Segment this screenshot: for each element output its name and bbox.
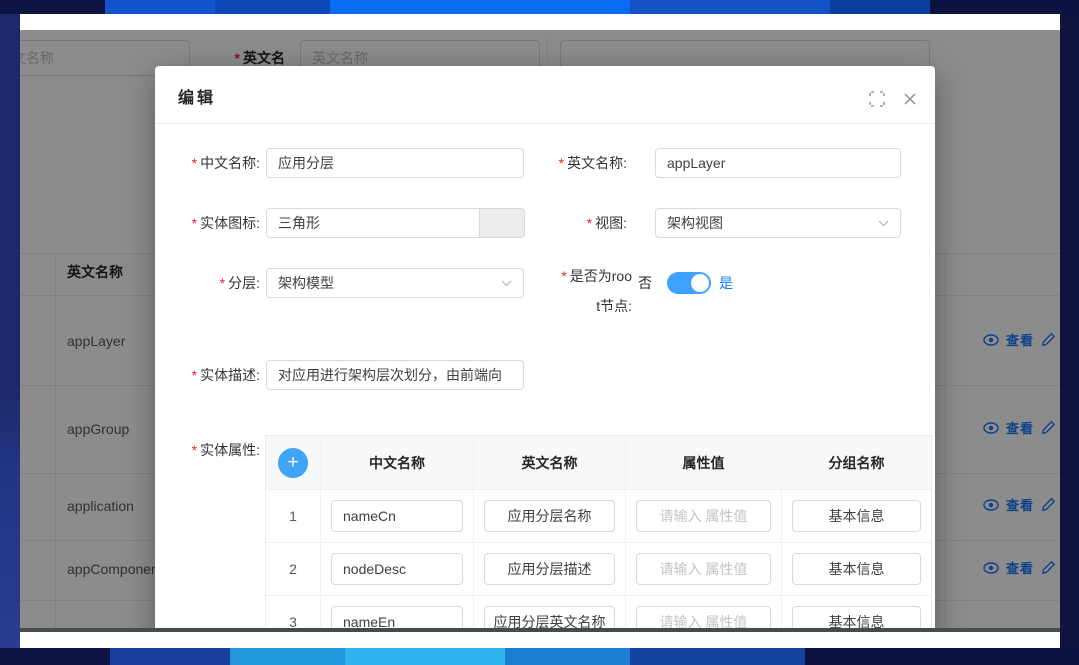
- is-root-label-line2: t节点:: [495, 298, 632, 314]
- frame-top-band: [0, 0, 1079, 14]
- entity-icon-label: *实体图标:: [164, 208, 260, 238]
- attr-table-row: 2: [266, 542, 931, 595]
- required-asterisk: *: [192, 215, 197, 231]
- app-window: *英文名 英文名称 appLayer appGroup application …: [20, 14, 1060, 648]
- frame-right-band: [1060, 14, 1079, 648]
- entity-icon-input[interactable]: [266, 208, 480, 238]
- toggle-off-label: 否: [638, 273, 652, 293]
- entity-attrs-label: *实体属性:: [164, 435, 260, 465]
- entity-desc-label: *实体描述:: [164, 360, 260, 390]
- required-asterisk: *: [561, 268, 566, 284]
- is-root-label-line1: *是否为roo: [495, 268, 632, 284]
- view-label: *视图:: [517, 208, 627, 238]
- en-name-label: *英文名称:: [517, 148, 627, 178]
- page-viewport: *英文名 英文名称 appLayer appGroup application …: [20, 30, 1060, 628]
- frame-bottom-band: [0, 648, 1079, 665]
- required-asterisk: *: [559, 155, 564, 171]
- required-asterisk: *: [192, 155, 197, 171]
- attr-en-input[interactable]: [484, 553, 615, 585]
- view-select-value: 架构视图: [667, 213, 878, 233]
- layer-select-value: 架构模型: [278, 273, 501, 293]
- view-select[interactable]: 架构视图: [655, 208, 901, 238]
- frame-left-band: [0, 14, 20, 648]
- toggle-knob: [691, 274, 709, 292]
- window-bottom-edge: [20, 628, 1060, 632]
- add-attr-button[interactable]: +: [278, 448, 308, 478]
- attr-table-row: 3: [266, 595, 931, 628]
- chevron-down-icon: [878, 220, 889, 227]
- attr-group-input[interactable]: [792, 606, 921, 628]
- close-icon[interactable]: [903, 92, 917, 106]
- attr-cn-input[interactable]: [331, 500, 463, 532]
- layer-select[interactable]: 架构模型: [266, 268, 524, 298]
- entity-desc-input[interactable]: [266, 360, 524, 390]
- attr-table-row: 1: [266, 489, 931, 542]
- fullscreen-icon[interactable]: [869, 91, 885, 107]
- is-root-toggle[interactable]: [667, 272, 711, 294]
- required-asterisk: *: [220, 275, 225, 291]
- en-name-input[interactable]: [655, 148, 901, 178]
- toggle-on-label: 是: [719, 273, 733, 293]
- cn-name-input[interactable]: [266, 148, 524, 178]
- attr-header-cn: 中文名称: [369, 453, 425, 473]
- attr-header-value: 属性值: [683, 453, 725, 473]
- attr-cn-input[interactable]: [331, 606, 463, 628]
- attr-value-input[interactable]: [636, 606, 771, 628]
- attr-table-header: + 中文名称 英文名称 属性值 分组名称: [266, 436, 931, 489]
- layer-label: *分层:: [164, 268, 260, 298]
- required-asterisk: *: [192, 367, 197, 383]
- attr-row-index: 3: [289, 614, 297, 628]
- cn-name-label: *中文名称:: [164, 148, 260, 178]
- attr-header-en: 英文名称: [522, 453, 578, 473]
- modal-title: 编辑: [178, 84, 216, 108]
- attr-value-input[interactable]: [636, 500, 771, 532]
- attr-cn-input[interactable]: [331, 553, 463, 585]
- attr-row-index: 2: [289, 561, 297, 577]
- attr-header-group: 分组名称: [829, 453, 885, 473]
- attr-value-input[interactable]: [636, 553, 771, 585]
- attr-table: + 中文名称 英文名称 属性值 分组名称 1 2: [265, 435, 932, 628]
- attr-row-index: 1: [289, 508, 297, 524]
- required-asterisk: *: [192, 442, 197, 458]
- edit-modal: 编辑 *中文名称: *英文名称: *实体图标: *视图: 架构视图: [155, 66, 935, 628]
- attr-en-input[interactable]: [484, 606, 615, 628]
- attr-en-input[interactable]: [484, 500, 615, 532]
- attr-group-input[interactable]: [792, 500, 921, 532]
- modal-header-divider: [155, 123, 935, 124]
- required-asterisk: *: [587, 215, 592, 231]
- attr-group-input[interactable]: [792, 553, 921, 585]
